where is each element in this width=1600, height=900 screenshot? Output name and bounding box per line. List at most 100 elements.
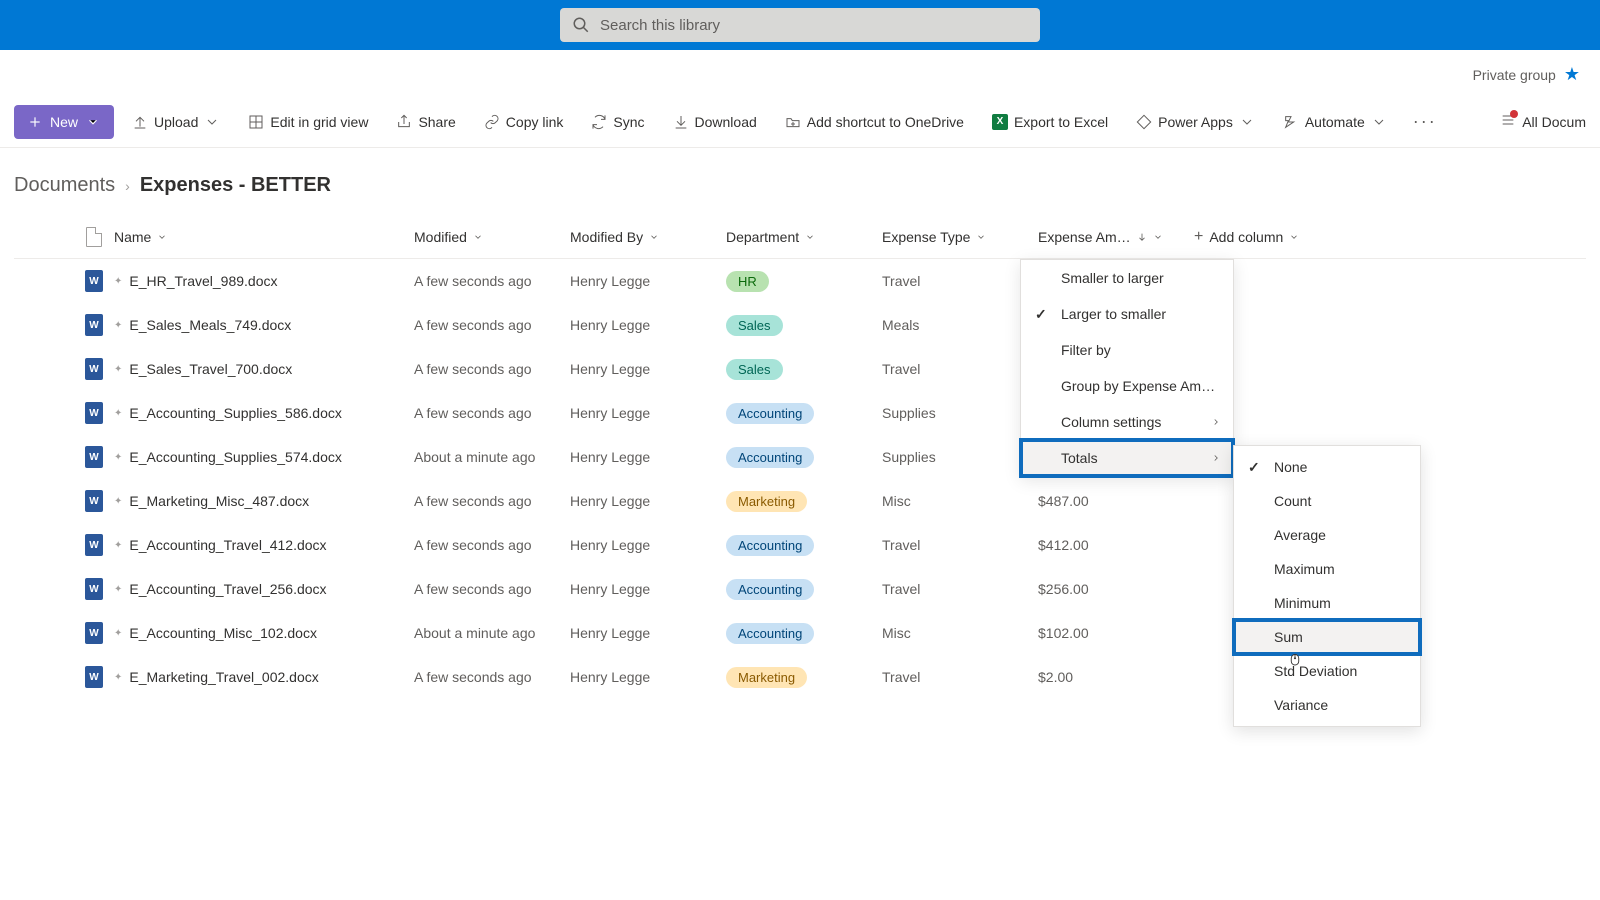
modified-by-cell[interactable]: Henry Legge xyxy=(570,405,726,421)
new-indicator-icon: ✦ xyxy=(114,408,122,419)
shortcut-label: Add shortcut to OneDrive xyxy=(807,114,964,130)
menu-item-larger-to-smaller[interactable]: Larger to smaller xyxy=(1021,296,1233,332)
new-button[interactable]: New xyxy=(14,105,114,139)
column-header-name[interactable]: Name xyxy=(114,229,414,245)
more-commands-button[interactable]: ··· xyxy=(1405,111,1445,132)
new-indicator-icon: ✦ xyxy=(114,672,122,683)
column-header-department[interactable]: Department xyxy=(726,229,882,245)
export-label: Export to Excel xyxy=(1014,114,1108,130)
share-label: Share xyxy=(418,114,455,130)
view-switcher[interactable]: All Docum xyxy=(1500,112,1586,131)
menu-item-column-settings[interactable]: Column settings xyxy=(1021,404,1233,440)
search-input[interactable] xyxy=(600,17,1028,34)
download-button[interactable]: Download xyxy=(663,105,767,139)
modified-by-cell[interactable]: Henry Legge xyxy=(570,493,726,509)
power-apps-icon xyxy=(1136,114,1152,130)
department-pill: Accounting xyxy=(726,535,814,556)
totals-option-std-deviation[interactable]: Std Deviation xyxy=(1234,654,1420,688)
file-name-cell[interactable]: ✦ E_Sales_Travel_700.docx xyxy=(114,361,414,377)
table-row[interactable]: ✦ E_Accounting_Supplies_586.docx A few s… xyxy=(14,391,1586,435)
modified-by-cell[interactable]: Henry Legge xyxy=(570,449,726,465)
totals-option-none[interactable]: None xyxy=(1234,450,1420,484)
file-name-cell[interactable]: ✦ E_Accounting_Travel_412.docx xyxy=(114,537,414,553)
expense-amount-cell: $487.00 xyxy=(1038,493,1194,509)
file-name-cell[interactable]: ✦ E_Marketing_Travel_002.docx xyxy=(114,669,414,685)
download-label: Download xyxy=(695,114,757,130)
file-name-text: E_Accounting_Supplies_586.docx xyxy=(129,405,342,421)
modified-by-cell[interactable]: Henry Legge xyxy=(570,537,726,553)
table-row[interactable]: ✦ E_Sales_Meals_749.docx A few seconds a… xyxy=(14,303,1586,347)
menu-item-smaller-to-larger[interactable]: Smaller to larger xyxy=(1021,260,1233,296)
header-label: Department xyxy=(726,229,799,245)
modified-by-cell[interactable]: Henry Legge xyxy=(570,669,726,685)
add-column-label: Add column xyxy=(1209,229,1283,245)
copy-link-button[interactable]: Copy link xyxy=(474,105,574,139)
privacy-text: Private group xyxy=(1473,67,1556,83)
totals-option-maximum[interactable]: Maximum xyxy=(1234,552,1420,586)
expense-type-cell: Travel xyxy=(882,361,1038,377)
totals-option-variance[interactable]: Variance xyxy=(1234,688,1420,722)
file-name-cell[interactable]: ✦ E_Marketing_Misc_487.docx xyxy=(114,493,414,509)
expense-amount-cell: $102.00 xyxy=(1038,625,1194,641)
modified-by-cell[interactable]: Henry Legge xyxy=(570,625,726,641)
department-cell: Accounting xyxy=(726,579,882,600)
header-label: Expense Am… xyxy=(1038,229,1131,245)
modified-by-cell[interactable]: Henry Legge xyxy=(570,273,726,289)
menu-item-group-by[interactable]: Group by Expense Amount xyxy=(1021,368,1233,404)
totals-option-sum[interactable]: Sum xyxy=(1234,620,1420,654)
file-name-cell[interactable]: ✦ E_Accounting_Supplies_586.docx xyxy=(114,405,414,421)
totals-option-minimum[interactable]: Minimum xyxy=(1234,586,1420,620)
header-label: Name xyxy=(114,229,151,245)
table-row[interactable]: ✦ E_Sales_Travel_700.docx A few seconds … xyxy=(14,347,1586,391)
header-label: Modified By xyxy=(570,229,643,245)
word-doc-icon xyxy=(85,402,103,424)
power-apps-button[interactable]: Power Apps xyxy=(1126,105,1265,139)
export-excel-button[interactable]: X Export to Excel xyxy=(982,105,1118,139)
totals-option-count[interactable]: Count xyxy=(1234,484,1420,518)
word-doc-icon xyxy=(85,358,103,380)
menu-item-filter-by[interactable]: Filter by xyxy=(1021,332,1233,368)
breadcrumb-root[interactable]: Documents xyxy=(14,174,115,197)
upload-label: Upload xyxy=(154,114,198,130)
column-header-modified[interactable]: Modified xyxy=(414,229,570,245)
file-name-cell[interactable]: ✦ E_Accounting_Misc_102.docx xyxy=(114,625,414,641)
site-privacy-label: Private group ★ xyxy=(1473,64,1580,85)
modified-by-cell[interactable]: Henry Legge xyxy=(570,361,726,377)
totals-option-average[interactable]: Average xyxy=(1234,518,1420,552)
modified-cell: About a minute ago xyxy=(414,449,570,465)
expense-amount-cell: $412.00 xyxy=(1038,537,1194,553)
modified-cell: About a minute ago xyxy=(414,625,570,641)
automate-button[interactable]: Automate xyxy=(1273,105,1397,139)
top-app-bar xyxy=(0,0,1600,50)
expense-type-cell: Misc xyxy=(882,493,1038,509)
notification-dot-icon xyxy=(1510,110,1518,118)
sync-button[interactable]: Sync xyxy=(581,105,654,139)
add-column-button[interactable]: + Add column xyxy=(1194,228,1334,246)
department-pill: Sales xyxy=(726,315,783,336)
department-pill: Marketing xyxy=(726,667,807,688)
column-header-modified-by[interactable]: Modified By xyxy=(570,229,726,245)
file-name-cell[interactable]: ✦ E_Accounting_Travel_256.docx xyxy=(114,581,414,597)
file-name-cell[interactable]: ✦ E_HR_Travel_989.docx xyxy=(114,273,414,289)
modified-by-cell[interactable]: Henry Legge xyxy=(570,581,726,597)
file-name-cell[interactable]: ✦ E_Sales_Meals_749.docx xyxy=(114,317,414,333)
flow-icon xyxy=(1283,114,1299,130)
column-header-expense-amount[interactable]: Expense Am… xyxy=(1038,229,1194,245)
column-header-expense-type[interactable]: Expense Type xyxy=(882,229,1038,245)
table-row[interactable]: ✦ E_HR_Travel_989.docx A few seconds ago… xyxy=(14,259,1586,303)
modified-by-cell[interactable]: Henry Legge xyxy=(570,317,726,333)
menu-item-totals[interactable]: Totals xyxy=(1021,440,1233,476)
search-box[interactable] xyxy=(560,8,1040,42)
department-cell: Accounting xyxy=(726,535,882,556)
chevron-right-icon xyxy=(1211,417,1221,427)
file-name-cell[interactable]: ✦ E_Accounting_Supplies_574.docx xyxy=(114,449,414,465)
new-indicator-icon: ✦ xyxy=(114,496,122,507)
share-button[interactable]: Share xyxy=(386,105,465,139)
add-shortcut-button[interactable]: Add shortcut to OneDrive xyxy=(775,105,974,139)
follow-star-icon[interactable]: ★ xyxy=(1564,64,1580,85)
edit-grid-button[interactable]: Edit in grid view xyxy=(238,105,378,139)
chevron-right-icon: › xyxy=(125,178,130,194)
department-cell: Accounting xyxy=(726,403,882,424)
upload-button[interactable]: Upload xyxy=(122,105,230,139)
new-indicator-icon: ✦ xyxy=(114,276,122,287)
